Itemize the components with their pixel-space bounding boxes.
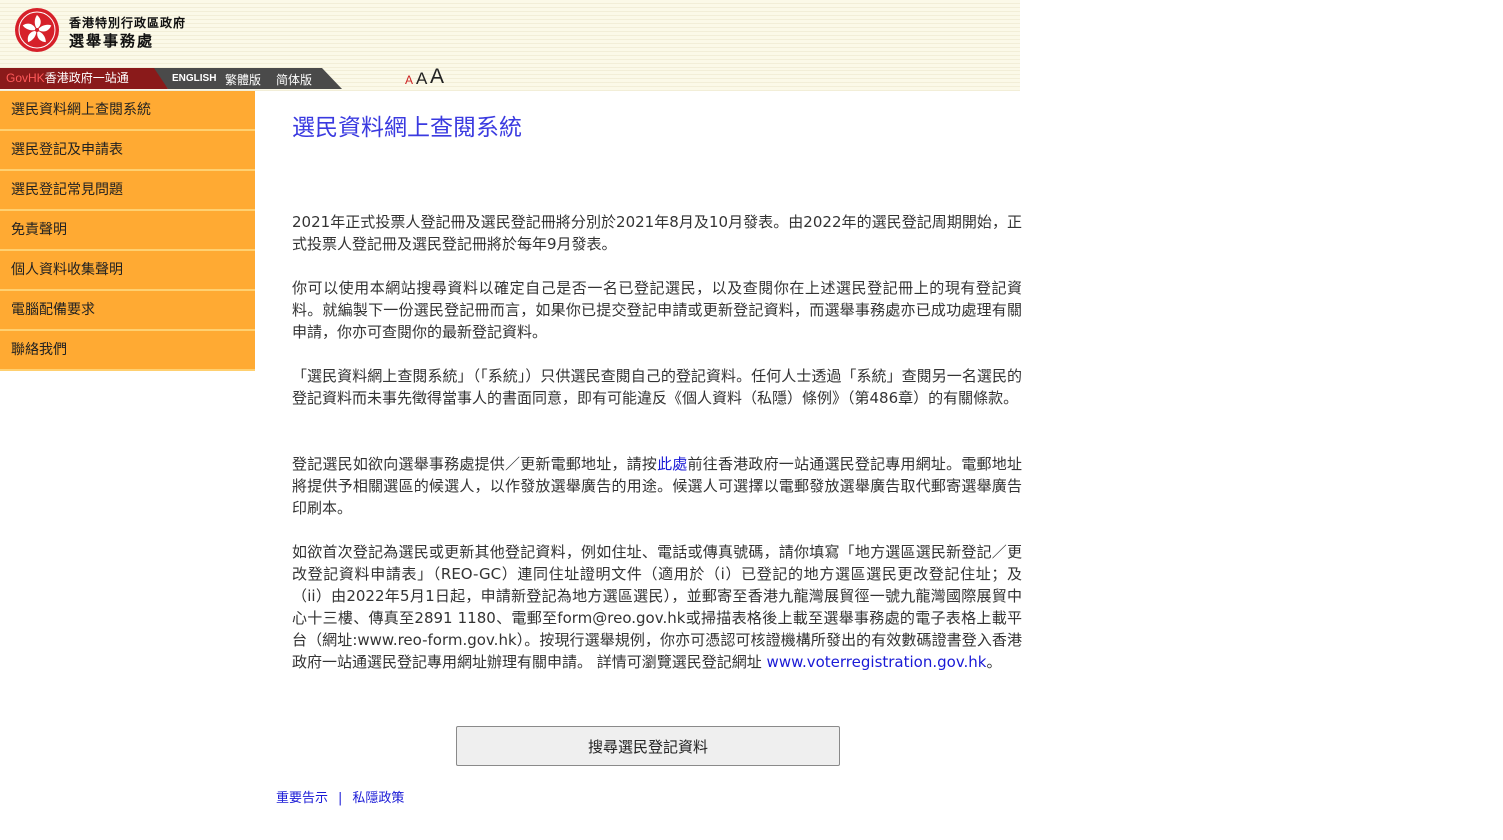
paragraph-email-update: 登記選民如欲向選舉事務處提供／更新電郵地址，請按此處前往香港政府一站通選民登記專… xyxy=(292,453,1022,519)
top-nav-strip: GovHK香港政府一站通 ENGLISH 繁體版 简体版 A A A xyxy=(0,65,1020,91)
sidebar-item-personal-data[interactable]: 個人資料收集聲明 xyxy=(0,251,255,291)
sidebar-item-registration-forms[interactable]: 選民登記及申請表 xyxy=(0,131,255,171)
sidebar-item-disclaimer[interactable]: 免責聲明 xyxy=(0,211,255,251)
paragraph-publication: 2021年正式投票人登記冊及選民登記冊將分別於2021年8月及10月發表。由20… xyxy=(292,213,1022,253)
footer: 重要告示 | 私隱政策 xyxy=(276,787,404,806)
page-title: 選民資料網上查閱系統 xyxy=(292,115,522,141)
here-link[interactable]: 此處 xyxy=(657,455,687,473)
sidebar-item-system-requirements[interactable]: 電腦配備要求 xyxy=(0,291,255,331)
govhk-prefix: GovHK xyxy=(6,71,45,85)
lang-traditional-link[interactable]: 繁體版 xyxy=(225,71,261,88)
lang-english-link[interactable]: ENGLISH xyxy=(172,73,216,84)
govhk-link[interactable]: GovHK香港政府一站通 xyxy=(0,68,168,89)
sidebar-item-online-inspection[interactable]: 選民資料網上查閱系統 xyxy=(0,91,255,131)
p4-text-before: 登記選民如欲向選舉事務處提供／更新電郵地址，請按 xyxy=(292,455,658,473)
font-size-small-button[interactable]: A xyxy=(405,73,413,87)
paragraph-search-info: 你可以使用本網站搜尋資料以確定自己是否一名已登記選民，以及查閱你在上述選民登記冊… xyxy=(292,279,1022,341)
govhk-label: 香港政府一站通 xyxy=(44,71,129,85)
paragraph-privacy-warning: 「選民資料網上查閱系統」（「系統」）只供選民查閱自己的登記資料。任何人士透過「系… xyxy=(292,367,1022,407)
footer-separator: | xyxy=(338,791,343,806)
search-voter-records-button[interactable]: 搜尋選民登記資料 xyxy=(456,726,840,766)
font-size-medium-button[interactable]: A xyxy=(416,69,427,89)
lang-simplified-link[interactable]: 简体版 xyxy=(276,71,312,88)
p5-text-after: 。 xyxy=(986,653,1002,671)
main-content: 選民資料網上查閱系統 2021年正式投票人登記冊及選民登記冊將分別於2021年8… xyxy=(292,108,1022,671)
p5-text-before: 如欲首次登記為選民或更新其他登記資料，例如住址、電話或傳真號碼，請你填寫「地方選… xyxy=(292,543,1022,671)
org-name-line1: 香港特別行政區政府 xyxy=(69,16,187,30)
font-size-large-button[interactable]: A xyxy=(430,65,444,89)
paragraph-new-registration: 如欲首次登記為選民或更新其他登記資料，例如住址、電話或傳真號碼，請你填寫「地方選… xyxy=(292,541,1022,673)
important-notices-link[interactable]: 重要告示 xyxy=(276,791,328,806)
sidebar-menu: 選民資料網上查閱系統 選民登記及申請表 選民登記常見問題 免責聲明 個人資料收集… xyxy=(0,91,255,371)
sidebar-item-faq[interactable]: 選民登記常見問題 xyxy=(0,171,255,211)
bauhinia-emblem-icon xyxy=(15,8,59,52)
voter-registration-link[interactable]: www.voterregistration.gov.hk xyxy=(767,653,987,671)
org-name-line2: 選舉事務處 xyxy=(69,32,155,50)
header-banner: 香港特別行政區政府 選舉事務處 xyxy=(0,0,1020,68)
privacy-policy-link[interactable]: 私隱政策 xyxy=(352,791,404,806)
sidebar-item-contact-us[interactable]: 聯絡我們 xyxy=(0,331,255,371)
